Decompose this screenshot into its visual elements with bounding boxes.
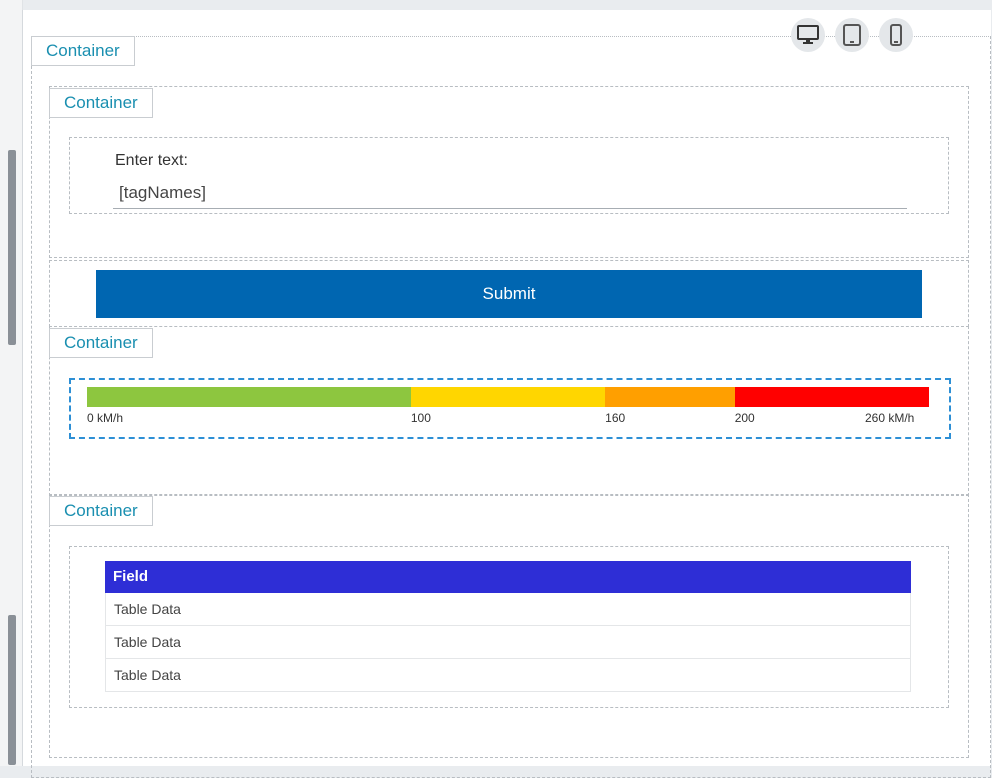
container-tag-gauge[interactable]: Container [49,328,153,358]
gauge-tick-0: 0 kM/h [87,411,124,425]
gauge-tick-200: 200 [734,411,755,425]
table-header-field[interactable]: Field [105,561,911,593]
gauge-segment [410,387,606,407]
container-tag-input[interactable]: Container [49,88,153,118]
gauge-tick-260: 260 kM/h [865,411,915,425]
submit-button[interactable]: Submit [96,270,922,318]
text-field-label: Enter text: [115,152,188,169]
data-table: Field Table Data Table Data Table Data [105,561,911,692]
desktop-icon[interactable] [791,18,825,52]
phone-icon[interactable] [879,18,913,52]
device-preview-bar [791,18,913,52]
tablet-icon[interactable] [835,18,869,52]
gauge-tick-100: 100 [410,411,431,425]
gauge-segment [734,387,929,407]
gauge-segment [605,387,735,407]
scrollbar-thumb-bottom[interactable] [8,615,16,765]
design-canvas: Container Container Enter text: Submit C… [22,10,991,778]
text-input[interactable] [113,178,907,209]
left-rail [0,0,23,766]
table-row[interactable]: Table Data [105,626,911,659]
gauge-tick-160: 160 [605,411,626,425]
scrollbar-thumb-top[interactable] [8,150,16,345]
gauge-segment [87,387,411,407]
container-tag-table[interactable]: Container [49,496,153,526]
table-row[interactable]: Table Data [105,593,911,626]
table-row[interactable]: Table Data [105,659,911,692]
container-tag-outer[interactable]: Container [31,36,135,66]
speed-gauge-bar [87,387,929,407]
